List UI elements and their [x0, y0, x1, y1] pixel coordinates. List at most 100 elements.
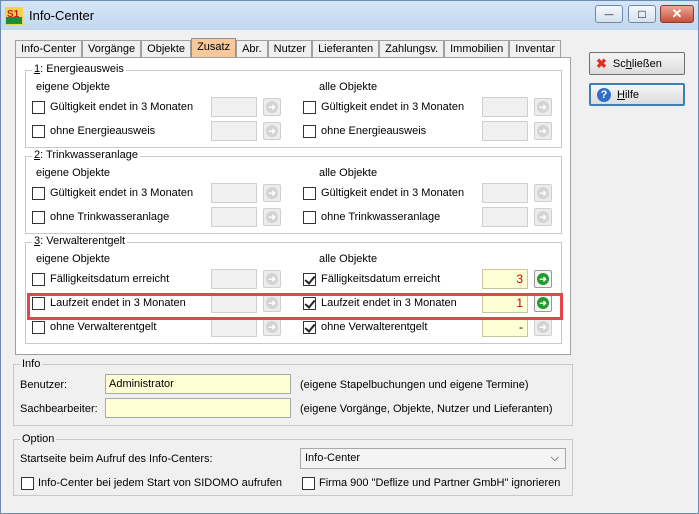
count-energie-alle-gueltigkeit	[482, 97, 528, 117]
checkbox-trinkwasser-alle-ohne[interactable]	[303, 211, 316, 224]
checkbox-energie-eigene-ohne[interactable]	[32, 125, 45, 138]
header-alle-objekte: alle Objekte	[319, 253, 378, 265]
title-bar[interactable]: S1 Info-Center — □ ✕	[1, 1, 698, 30]
benutzer-field[interactable]: Administrator	[105, 374, 291, 394]
label-energie-alle-ohne: ohne Energieausweis	[321, 125, 427, 137]
arrow-right-icon: ➜	[537, 273, 549, 285]
checkbox-energie-eigene-gueltigkeit[interactable]	[32, 101, 45, 114]
maximize-button[interactable]: □	[628, 5, 656, 23]
checkbox-energie-alle-ohne[interactable]	[303, 125, 316, 138]
maximize-icon: □	[638, 7, 646, 21]
label-trinkwasser-alle-gueltigkeit: Gültigkeit endet in 3 Monaten	[321, 187, 465, 199]
tab-lieferanten[interactable]: Lieferanten	[312, 40, 380, 58]
label-verwalter-eigene-faelligkeit: Fälligkeitsdatum erreicht	[50, 273, 170, 285]
header-eigene-objekte: eigene Objekte	[36, 167, 110, 179]
sachbearbeiter-field[interactable]	[105, 398, 291, 418]
arrow-right-icon: ➜	[537, 101, 549, 113]
go-button-verwalter-alle-faelligkeit[interactable]: ➜	[534, 270, 552, 288]
header-eigene-objekte: eigene Objekte	[36, 253, 110, 265]
count-energie-eigene-ohne	[211, 121, 257, 141]
highlight-frame	[27, 293, 563, 320]
benutzer-note: (eigene Stapelbuchungen und eigene Termi…	[300, 379, 529, 391]
arrow-right-icon: ➜	[266, 125, 278, 137]
label-start-infocenter: Info-Center bei jedem Start von SIDOMO a…	[38, 477, 282, 489]
go-button-verwalter-eigene-ohne[interactable]: ➜	[263, 318, 281, 336]
checkbox-trinkwasser-eigene-gueltigkeit[interactable]	[32, 187, 45, 200]
count-trinkwasser-alle-gueltigkeit	[482, 183, 528, 203]
sachbearbeiter-label: Sachbearbeiter:	[20, 403, 98, 415]
arrow-right-icon: ➜	[266, 101, 278, 113]
label-trinkwasser-eigene-ohne: ohne Trinkwasseranlage	[50, 211, 170, 223]
go-button-energie-alle-gueltigkeit[interactable]: ➜	[534, 98, 552, 116]
checkbox-energie-alle-gueltigkeit[interactable]	[303, 101, 316, 114]
checkbox-trinkwasser-alle-gueltigkeit[interactable]	[303, 187, 316, 200]
tab-info-center[interactable]: Info-Center	[15, 40, 83, 58]
checkbox-verwalter-alle-faelligkeit[interactable]	[303, 273, 316, 286]
group-energieausweis: 1: Energieausweis eigene Objekte alle Ob…	[25, 63, 562, 148]
schliessen-button[interactable]: ✖ Schließen	[589, 52, 685, 75]
minimize-button[interactable]: —	[595, 5, 623, 23]
benutzer-label: Benutzer:	[20, 379, 68, 391]
help-icon: ?	[597, 87, 611, 102]
chevron-down-icon: ⌵	[550, 452, 559, 464]
go-button-verwalter-eigene-faelligkeit[interactable]: ➜	[263, 270, 281, 288]
label-trinkwasser-eigene-gueltigkeit: Gültigkeit endet in 3 Monaten	[50, 187, 194, 199]
tab-zusatz[interactable]: Zusatz	[191, 38, 237, 58]
label-energie-alle-gueltigkeit: Gültigkeit endet in 3 Monaten	[321, 101, 465, 113]
count-trinkwasser-alle-ohne	[482, 207, 528, 227]
info-center-window: S1 Info-Center — □ ✕ Info-Center Vorgäng…	[0, 0, 699, 514]
go-button-energie-eigene-gueltigkeit[interactable]: ➜	[263, 98, 281, 116]
arrow-right-icon: ➜	[537, 125, 549, 137]
tab-nutzer[interactable]: Nutzer	[267, 40, 313, 58]
client-area: Info-Center Vorgänge Objekte Zusatz Abr.…	[7, 30, 693, 508]
hilfe-button[interactable]: ? Hilfe	[589, 83, 685, 106]
go-button-energie-alle-ohne[interactable]: ➜	[534, 122, 552, 140]
checkbox-firma-ignorieren[interactable]	[302, 477, 315, 490]
checkbox-verwalter-alle-ohne[interactable]	[303, 321, 316, 334]
tab-strip: Info-Center Vorgänge Objekte Zusatz Abr.…	[15, 38, 562, 58]
checkbox-trinkwasser-eigene-ohne[interactable]	[32, 211, 45, 224]
go-button-verwalter-alle-ohne[interactable]: ➜	[534, 318, 552, 336]
label-verwalter-alle-ohne: ohne Verwalterentgelt	[321, 321, 428, 333]
option-box-title: Option	[20, 433, 57, 445]
go-button-trinkwasser-alle-ohne[interactable]: ➜	[534, 208, 552, 226]
tab-objekte[interactable]: Objekte	[141, 40, 192, 58]
tab-immobilien[interactable]: Immobilien	[444, 40, 510, 58]
checkbox-start-infocenter[interactable]	[21, 477, 34, 490]
tab-abr[interactable]: Abr.	[236, 40, 268, 58]
label-firma-ignorieren: Firma 900 "Deflize und Partner GmbH" ign…	[319, 477, 561, 489]
tab-vorgaenge[interactable]: Vorgänge	[82, 40, 142, 58]
count-energie-alle-ohne	[482, 121, 528, 141]
group-title-energieausweis: 1: Energieausweis	[32, 63, 126, 75]
label-verwalter-alle-faelligkeit: Fälligkeitsdatum erreicht	[321, 273, 441, 285]
arrow-right-icon: ➜	[537, 187, 549, 199]
go-button-energie-eigene-ohne[interactable]: ➜	[263, 122, 281, 140]
app-icon: S1	[5, 7, 23, 25]
group-trinkwasseranlage: 2: Trinkwasseranlage eigene Objekte alle…	[25, 149, 562, 234]
count-verwalter-alle-faelligkeit: 3	[482, 269, 528, 289]
tab-inventar[interactable]: Inventar	[509, 40, 562, 58]
checkbox-verwalter-eigene-ohne[interactable]	[32, 321, 45, 334]
count-energie-eigene-gueltigkeit	[211, 97, 257, 117]
label-trinkwasser-alle-ohne: ohne Trinkwasseranlage	[321, 211, 441, 223]
close-x-icon: ✖	[596, 55, 607, 71]
startseite-select[interactable]: Info-Center ⌵	[300, 448, 566, 469]
checkbox-verwalter-eigene-faelligkeit[interactable]	[32, 273, 45, 286]
close-button[interactable]: ✕	[660, 5, 694, 23]
zusatz-tab-panel: 1: Energieausweis eigene Objekte alle Ob…	[15, 57, 571, 355]
go-button-trinkwasser-eigene-gueltigkeit[interactable]: ➜	[263, 184, 281, 202]
arrow-right-icon: ➜	[537, 321, 549, 333]
count-trinkwasser-eigene-ohne	[211, 207, 257, 227]
info-box-title: Info	[20, 358, 43, 370]
arrow-right-icon: ➜	[266, 273, 278, 285]
tab-zahlungsv[interactable]: Zahlungsv.	[379, 40, 445, 58]
arrow-right-icon: ➜	[266, 187, 278, 199]
header-alle-objekte: alle Objekte	[319, 81, 378, 93]
go-button-trinkwasser-alle-gueltigkeit[interactable]: ➜	[534, 184, 552, 202]
label-energie-eigene-ohne: ohne Energieausweis	[50, 125, 156, 137]
count-verwalter-alle-ohne: -	[482, 317, 528, 337]
arrow-right-icon: ➜	[266, 211, 278, 223]
startseite-value: Info-Center	[305, 452, 361, 464]
label-energie-eigene-gueltigkeit: Gültigkeit endet in 3 Monaten	[50, 101, 194, 113]
go-button-trinkwasser-eigene-ohne[interactable]: ➜	[263, 208, 281, 226]
